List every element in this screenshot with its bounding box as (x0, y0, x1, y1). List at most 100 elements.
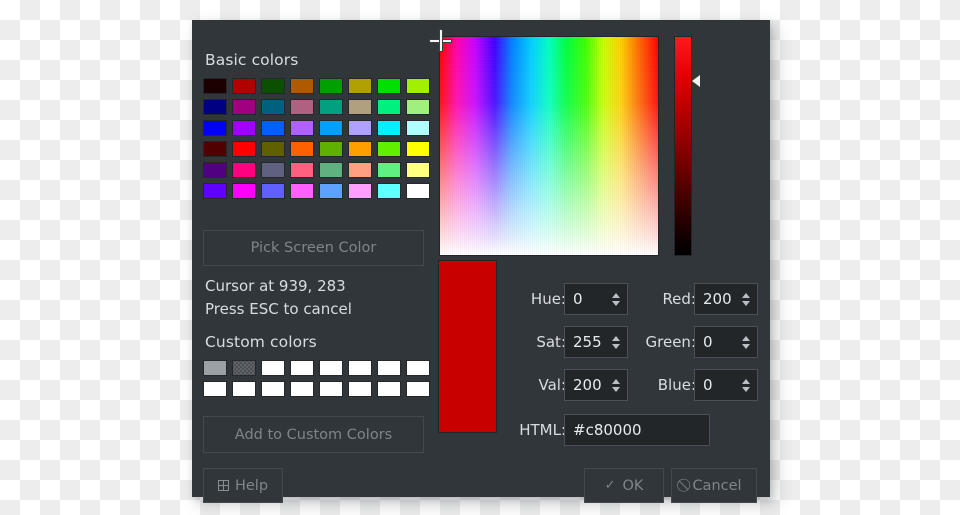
basic-color-swatch[interactable] (319, 120, 343, 136)
sat-spinbox[interactable]: 255 (564, 326, 628, 358)
basic-color-swatch[interactable] (406, 78, 430, 94)
sat-spinner-arrows-icon[interactable] (607, 327, 627, 357)
val-spinner-arrows-icon[interactable] (607, 370, 627, 400)
basic-color-swatch[interactable] (319, 162, 343, 178)
val-spinbox[interactable]: 200 (564, 369, 628, 401)
basic-color-swatch[interactable] (319, 183, 343, 199)
green-spinner-arrows-icon[interactable] (737, 327, 757, 357)
hue-spinner-arrows-icon[interactable] (607, 284, 627, 314)
custom-color-swatch[interactable] (232, 360, 256, 376)
basic-color-swatch[interactable] (203, 99, 227, 115)
basic-color-swatch[interactable] (232, 183, 256, 199)
basic-color-swatch[interactable] (319, 141, 343, 157)
basic-color-swatch[interactable] (406, 120, 430, 136)
basic-color-swatch[interactable] (290, 78, 314, 94)
custom-color-swatch[interactable] (319, 360, 343, 376)
basic-color-swatch[interactable] (290, 141, 314, 157)
red-label: Red: (662, 290, 696, 308)
cancel-button[interactable]: ⃠ Cancel (671, 468, 757, 503)
blue-spinbox[interactable]: 0 (694, 369, 758, 401)
basic-color-swatch[interactable] (348, 141, 372, 157)
basic-color-swatch[interactable] (203, 162, 227, 178)
custom-color-swatch[interactable] (203, 360, 227, 376)
basic-color-swatch[interactable] (232, 141, 256, 157)
custom-colors-grid[interactable] (203, 360, 435, 402)
basic-color-swatch[interactable] (377, 183, 401, 199)
basic-color-swatch[interactable] (290, 120, 314, 136)
red-spinbox[interactable]: 200 (694, 283, 758, 315)
basic-color-swatch[interactable] (319, 78, 343, 94)
basic-color-swatch[interactable] (261, 162, 285, 178)
basic-color-swatch[interactable] (261, 120, 285, 136)
basic-color-swatch[interactable] (203, 78, 227, 94)
custom-color-swatch[interactable] (406, 360, 430, 376)
basic-color-swatch[interactable] (377, 120, 401, 136)
ok-button[interactable]: ✓ OK (584, 468, 664, 503)
help-button[interactable]: Help (203, 468, 283, 503)
basic-color-swatch[interactable] (348, 162, 372, 178)
custom-color-swatch[interactable] (261, 381, 285, 397)
basic-color-swatch[interactable] (348, 78, 372, 94)
saturation-value-gradient[interactable] (439, 36, 659, 256)
custom-color-swatch[interactable] (232, 381, 256, 397)
hue-spinbox[interactable]: 0 (564, 283, 628, 315)
custom-color-swatch[interactable] (377, 360, 401, 376)
custom-color-swatch[interactable] (348, 360, 372, 376)
basic-color-swatch[interactable] (203, 141, 227, 157)
esc-hint-text: Press ESC to cancel (205, 299, 352, 318)
basic-color-swatch[interactable] (261, 78, 285, 94)
custom-color-swatch[interactable] (261, 360, 285, 376)
val-value: 200 (573, 375, 602, 394)
basic-color-swatch[interactable] (232, 120, 256, 136)
basic-colors-grid[interactable] (203, 78, 435, 204)
basic-color-swatch[interactable] (290, 99, 314, 115)
sat-label: Sat: (536, 333, 566, 351)
basic-color-swatch[interactable] (232, 162, 256, 178)
custom-color-swatch[interactable] (290, 360, 314, 376)
custom-color-swatch[interactable] (319, 381, 343, 397)
basic-color-swatch[interactable] (406, 162, 430, 178)
basic-color-swatch[interactable] (290, 183, 314, 199)
status-text: Cursor at 939, 283 Press ESC to cancel (205, 275, 352, 320)
sat-value: 255 (573, 332, 602, 351)
hue-value-bar[interactable] (674, 36, 692, 256)
green-spinbox[interactable]: 0 (694, 326, 758, 358)
basic-color-swatch[interactable] (232, 99, 256, 115)
hue-bar-marker-icon[interactable] (692, 75, 700, 87)
basic-color-swatch[interactable] (406, 141, 430, 157)
basic-color-swatch[interactable] (232, 78, 256, 94)
custom-color-swatch[interactable] (406, 381, 430, 397)
basic-color-swatch[interactable] (348, 99, 372, 115)
custom-color-swatch[interactable] (348, 381, 372, 397)
basic-color-swatch[interactable] (290, 162, 314, 178)
basic-color-swatch[interactable] (348, 183, 372, 199)
html-color-input[interactable]: #c80000 (564, 414, 710, 446)
custom-color-swatch[interactable] (377, 381, 401, 397)
basic-color-swatch[interactable] (377, 78, 401, 94)
basic-color-swatch[interactable] (377, 162, 401, 178)
blue-spinner-arrows-icon[interactable] (737, 370, 757, 400)
custom-color-swatch[interactable] (290, 381, 314, 397)
basic-color-swatch[interactable] (261, 99, 285, 115)
basic-color-swatch[interactable] (261, 141, 285, 157)
basic-color-swatch[interactable] (406, 183, 430, 199)
basic-color-swatch[interactable] (348, 120, 372, 136)
basic-color-swatch[interactable] (203, 183, 227, 199)
pick-screen-color-button[interactable]: Pick Screen Color (203, 230, 424, 266)
basic-color-swatch[interactable] (261, 183, 285, 199)
red-value: 200 (703, 289, 732, 308)
basic-color-swatch[interactable] (377, 99, 401, 115)
color-picker-dialog: Basic colors Pick Screen Color Cursor at… (192, 20, 770, 503)
basic-color-swatch[interactable] (406, 99, 430, 115)
red-spinner-arrows-icon[interactable] (737, 284, 757, 314)
custom-colors-title: Custom colors (205, 333, 317, 351)
add-to-custom-colors-button[interactable]: Add to Custom Colors (203, 416, 424, 453)
cursor-position-text: Cursor at 939, 283 (205, 277, 346, 295)
basic-color-swatch[interactable] (319, 99, 343, 115)
green-label: Green: (645, 333, 696, 351)
blue-label: Blue: (657, 376, 696, 394)
basic-color-swatch[interactable] (377, 141, 401, 157)
custom-color-swatch[interactable] (203, 381, 227, 397)
basic-color-swatch[interactable] (203, 120, 227, 136)
val-label: Val: (538, 376, 566, 394)
